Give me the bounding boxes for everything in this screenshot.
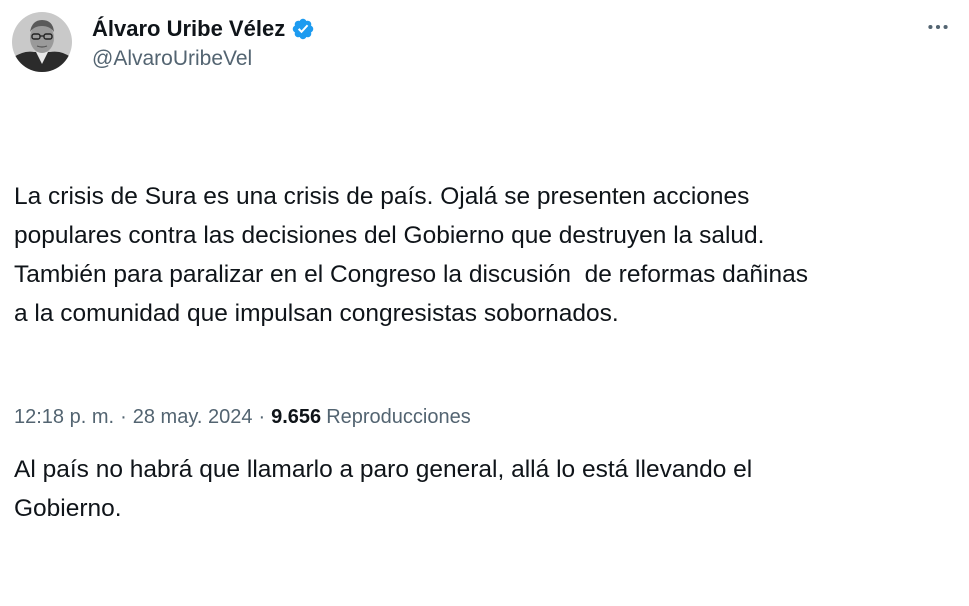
- tweet-paragraph-1: La crisis de Sura es una crisis de país.…: [14, 183, 808, 327]
- tweet-text: La crisis de Sura es una crisis de país.…: [14, 99, 959, 606]
- more-options-button[interactable]: [921, 10, 955, 44]
- author-info: Álvaro Uribe Vélez @AlvaroUribeVel: [92, 14, 315, 71]
- author-handle[interactable]: @AlvaroUribeVel: [92, 47, 315, 71]
- author-name-row: Álvaro Uribe Vélez: [92, 14, 315, 44]
- tweet-date[interactable]: 28 may. 2024: [133, 406, 253, 429]
- meta-separator: ·: [258, 406, 266, 428]
- tweet-header: Álvaro Uribe Vélez @AlvaroUribeVel: [12, 10, 315, 74]
- avatar-portrait-image: [12, 12, 72, 72]
- more-horizontal-icon: [928, 24, 948, 30]
- tweet-metadata: 12:18 p. m. · 28 may. 2024 · 9.656 Repro…: [14, 406, 471, 429]
- meta-separator: ·: [120, 406, 127, 428]
- views-count: 9.656: [271, 406, 322, 428]
- views-label: Reproducciones: [326, 406, 471, 428]
- tweet-time[interactable]: 12:18 p. m.: [14, 406, 114, 429]
- author-display-name[interactable]: Álvaro Uribe Vélez: [92, 16, 285, 42]
- tweet-paragraph-2: Al país no habrá que llamarlo a paro gen…: [14, 456, 753, 522]
- tweet-card: Álvaro Uribe Vélez @AlvaroUribeVel La cr…: [0, 0, 969, 522]
- verified-badge-icon: [291, 17, 315, 41]
- avatar[interactable]: [12, 12, 72, 72]
